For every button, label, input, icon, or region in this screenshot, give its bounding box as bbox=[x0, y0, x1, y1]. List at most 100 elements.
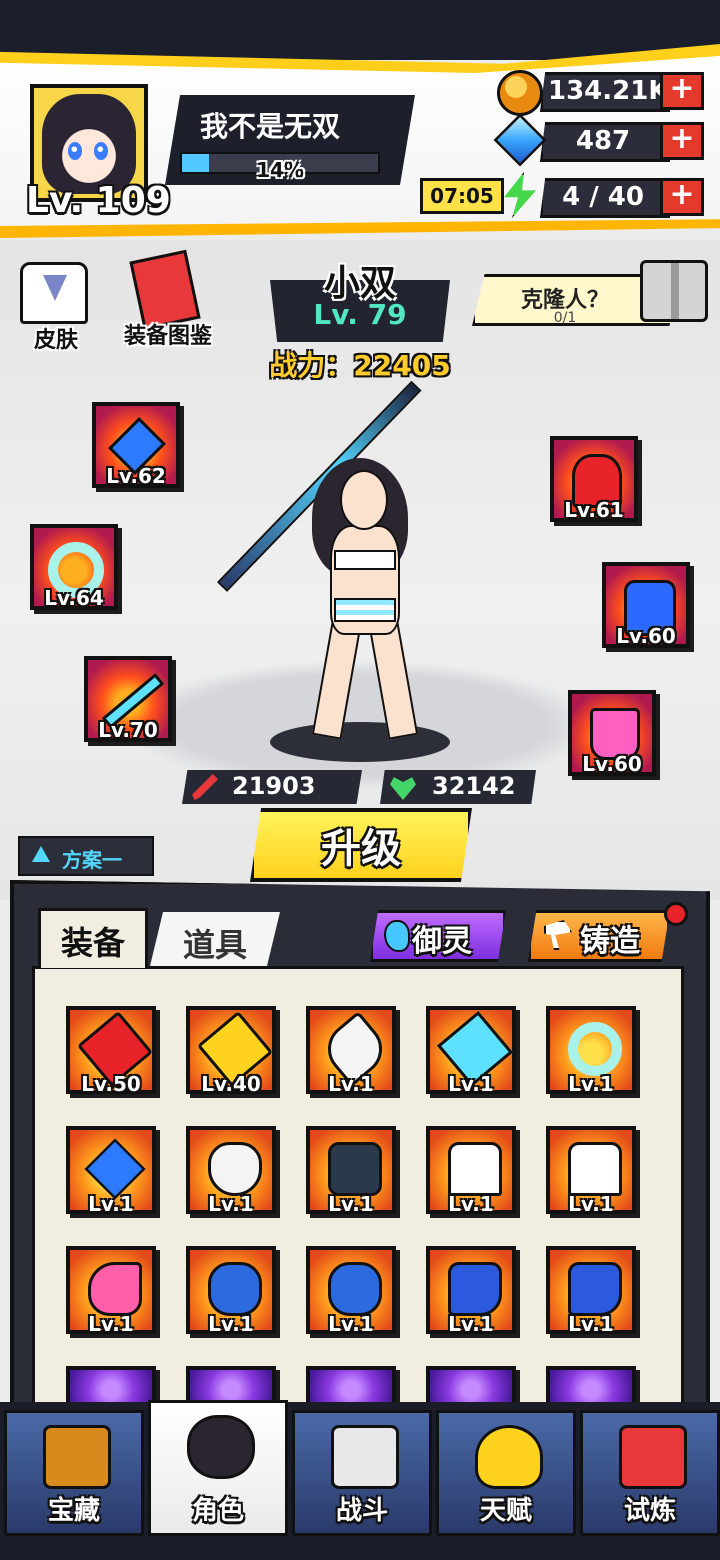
nav-tab[interactable]: 角色 bbox=[148, 1400, 288, 1536]
inventory-item[interactable]: Lv.1 bbox=[426, 1006, 516, 1096]
gold-value: 134.21K bbox=[548, 76, 669, 106]
inventory-item[interactable]: Lv.1 bbox=[426, 1246, 516, 1336]
item-level: Lv.1 bbox=[568, 1192, 614, 1216]
player-level: Lv. 109 bbox=[26, 180, 171, 221]
trial-badge-icon bbox=[619, 1425, 687, 1489]
treasure-chest-icon bbox=[43, 1425, 111, 1489]
notification-dot bbox=[664, 902, 688, 926]
item-level: Lv.1 bbox=[328, 1312, 374, 1336]
hero-swimsuit-bottom bbox=[334, 598, 396, 622]
inventory-item[interactable]: Lv.1 bbox=[306, 1246, 396, 1336]
inventory-item[interactable]: Lv.1 bbox=[546, 1006, 636, 1096]
equipped-armor[interactable]: Lv.60 bbox=[602, 562, 690, 648]
nav-tab[interactable]: 试炼 bbox=[580, 1410, 720, 1536]
inventory-item[interactable]: Lv.1 bbox=[66, 1246, 156, 1336]
skin-button-label[interactable]: 皮肤 bbox=[14, 322, 98, 354]
pink-shoe-icon bbox=[88, 1262, 142, 1316]
white-mask-icon bbox=[208, 1142, 262, 1196]
nav-tab-label: 试炼 bbox=[623, 1496, 676, 1526]
add-gems-button[interactable]: + bbox=[660, 122, 704, 160]
inventory-item[interactable] bbox=[306, 1366, 396, 1406]
player-name: 我不是无双 bbox=[199, 110, 340, 143]
nav-tab-label: 天赋 bbox=[479, 1496, 532, 1526]
inventory-item[interactable]: Lv.1 bbox=[546, 1246, 636, 1336]
gift-box-icon[interactable] bbox=[640, 260, 708, 322]
clone-count: 0/1 bbox=[553, 310, 577, 326]
equipped-boots[interactable]: Lv.60 bbox=[568, 690, 656, 776]
gem-value: 487 bbox=[575, 126, 631, 156]
nav-tab[interactable]: 天赋 bbox=[436, 1410, 576, 1536]
item-level: Lv.40 bbox=[201, 1072, 261, 1096]
inventory-item[interactable] bbox=[546, 1366, 636, 1406]
inventory-item[interactable]: Lv.1 bbox=[306, 1126, 396, 1216]
hero-swimsuit-top bbox=[334, 550, 396, 570]
inventory-item[interactable]: Lv.1 bbox=[186, 1126, 276, 1216]
nav-tab[interactable]: 战斗 bbox=[292, 1410, 432, 1536]
inventory-item[interactable]: Lv.1 bbox=[546, 1126, 636, 1216]
item-level: Lv.1 bbox=[448, 1312, 494, 1336]
nav-tab[interactable]: 宝藏 bbox=[4, 1410, 144, 1536]
nav-tab-label: 角色 bbox=[191, 1496, 244, 1526]
sailor-shirt-icon[interactable] bbox=[20, 262, 88, 324]
inventory-item[interactable]: Lv.1 bbox=[186, 1246, 276, 1336]
spirit-icon bbox=[384, 920, 410, 952]
add-energy-button[interactable]: + bbox=[660, 178, 704, 216]
blue-boot-icon bbox=[448, 1262, 502, 1316]
gift-ribbon bbox=[671, 263, 679, 319]
attack-value: 21903 bbox=[232, 772, 316, 800]
equipped-level: Lv.64 bbox=[44, 586, 104, 610]
item-level: Lv.1 bbox=[208, 1312, 254, 1336]
top-background bbox=[0, 0, 720, 60]
avatar-eye bbox=[68, 142, 82, 160]
inventory-item[interactable] bbox=[66, 1366, 156, 1406]
blue-slipper-icon bbox=[208, 1262, 262, 1316]
equipped-necklace[interactable]: Lv.62 bbox=[92, 402, 180, 488]
equipped-gloves[interactable]: Lv.61 bbox=[550, 436, 638, 522]
character-portrait-icon bbox=[187, 1415, 255, 1479]
item-level: Lv.1 bbox=[568, 1072, 614, 1096]
inventory-item[interactable]: Lv.1 bbox=[66, 1126, 156, 1216]
inventory-item[interactable]: Lv.1 bbox=[426, 1126, 516, 1216]
scheme-label: 方案一 bbox=[62, 848, 122, 872]
dark-armor-icon bbox=[328, 1142, 382, 1196]
nav-tab-label: 战斗 bbox=[335, 1496, 388, 1526]
inventory-item[interactable]: Lv.40 bbox=[186, 1006, 276, 1096]
paw-coin-icon bbox=[497, 70, 543, 116]
item-level: Lv.1 bbox=[328, 1192, 374, 1216]
add-gold-button[interactable]: + bbox=[660, 72, 704, 110]
hero-head bbox=[340, 470, 388, 530]
crossed-swords-icon bbox=[331, 1425, 399, 1489]
equipped-level: Lv.60 bbox=[616, 624, 676, 648]
equipped-level: Lv.60 bbox=[582, 752, 642, 776]
lightbulb-icon bbox=[475, 1425, 543, 1489]
equipped-level: Lv.62 bbox=[106, 464, 166, 488]
inventory-item[interactable]: Lv.1 bbox=[306, 1006, 396, 1096]
blue-necklace-icon bbox=[84, 1138, 146, 1200]
tab-equipment-label: 装备 bbox=[60, 924, 125, 962]
inventory-item[interactable] bbox=[426, 1366, 516, 1406]
item-level: Lv.1 bbox=[88, 1312, 134, 1336]
item-level: Lv.50 bbox=[81, 1072, 141, 1096]
blue-slipper-icon bbox=[328, 1262, 382, 1316]
jade-ring-icon bbox=[568, 1022, 622, 1076]
energy-value: 4 / 40 bbox=[562, 182, 644, 212]
equipped-weapon[interactable]: Lv.70 bbox=[84, 656, 172, 742]
spirit-label: 御灵 bbox=[412, 924, 472, 959]
sailor-top-icon bbox=[448, 1142, 502, 1196]
inventory-item[interactable]: Lv.50 bbox=[66, 1006, 156, 1096]
hero-shadow bbox=[270, 722, 450, 762]
forge-label: 铸造 bbox=[580, 924, 640, 959]
skin-label: 皮肤 bbox=[33, 328, 78, 353]
sailor-top-icon bbox=[568, 1142, 622, 1196]
codex-button-label[interactable]: 装备图鉴 bbox=[110, 318, 226, 350]
avatar-eye bbox=[94, 142, 108, 160]
exp-percent: 14% bbox=[256, 158, 304, 182]
item-level: Lv.1 bbox=[448, 1192, 494, 1216]
item-level: Lv.1 bbox=[328, 1072, 374, 1096]
item-level: Lv.1 bbox=[568, 1312, 614, 1336]
codex-label: 装备图鉴 bbox=[123, 324, 212, 349]
equipped-ring[interactable]: Lv.64 bbox=[30, 524, 118, 610]
equipped-level: Lv.61 bbox=[564, 498, 624, 522]
character-level: Lv. 79 bbox=[313, 298, 407, 331]
item-level: Lv.1 bbox=[88, 1192, 134, 1216]
